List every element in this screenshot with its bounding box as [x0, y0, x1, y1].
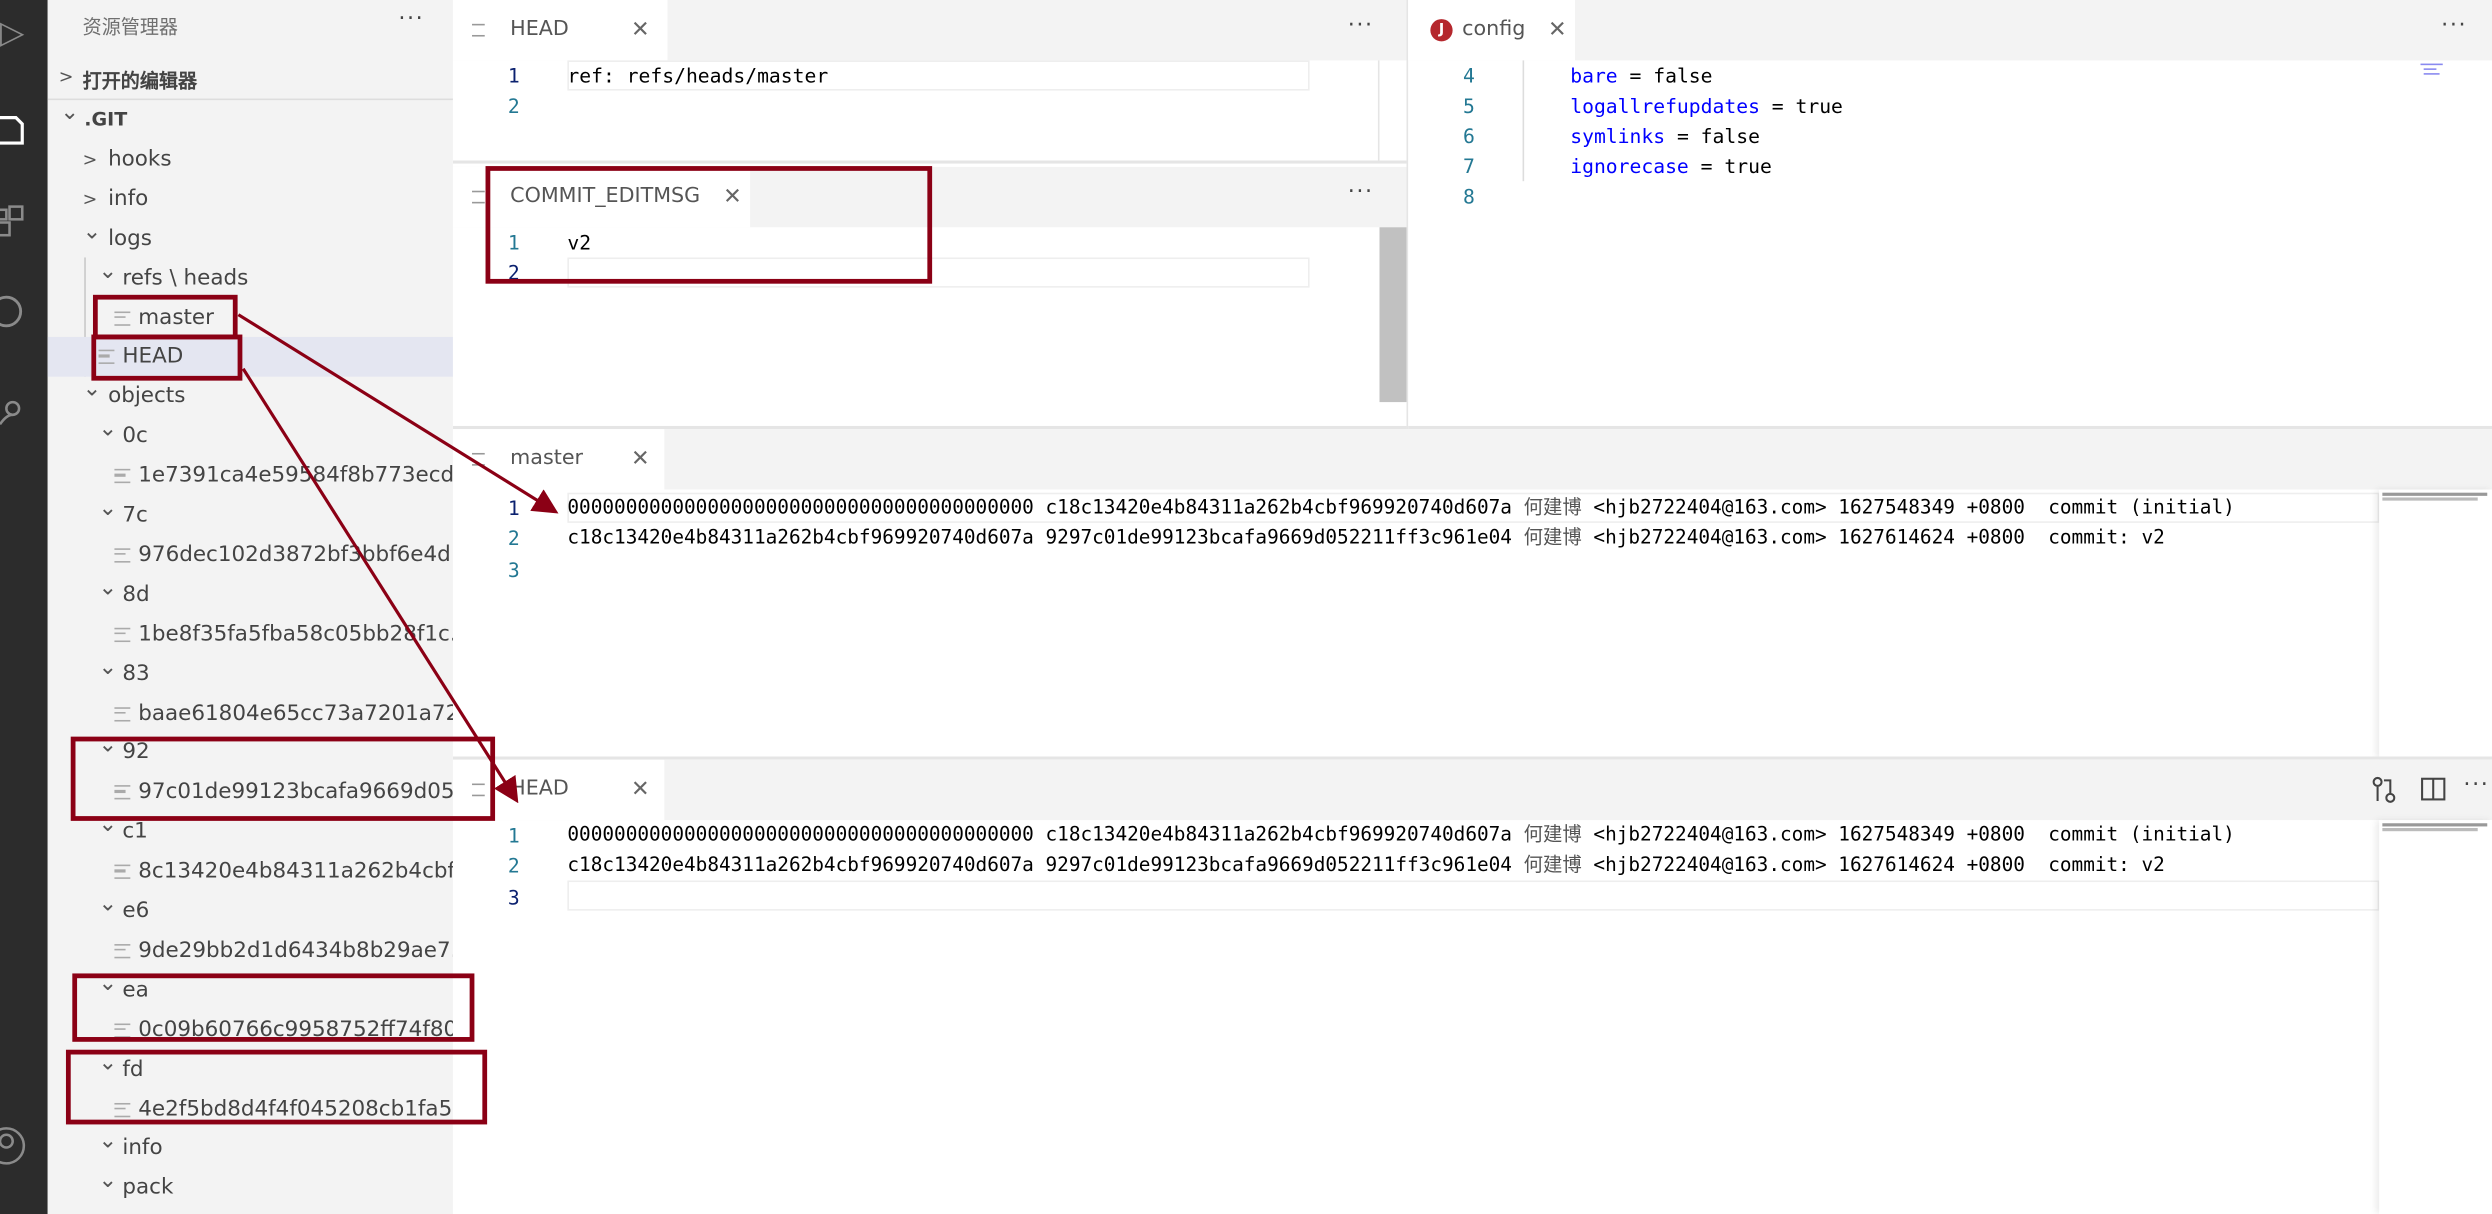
annotation-overlay: [65, 166, 933, 1125]
annotation-box-master: [92, 294, 238, 340]
annotation-box-ea: [72, 973, 475, 1042]
annotation-box-fd: [65, 1049, 488, 1125]
arrow-master: [237, 313, 559, 514]
annotation-box-92: [70, 736, 496, 821]
annotation-box-head: [91, 334, 243, 381]
arrow-head: [241, 367, 519, 804]
annotation-box-commit-editmsg: [485, 166, 933, 284]
